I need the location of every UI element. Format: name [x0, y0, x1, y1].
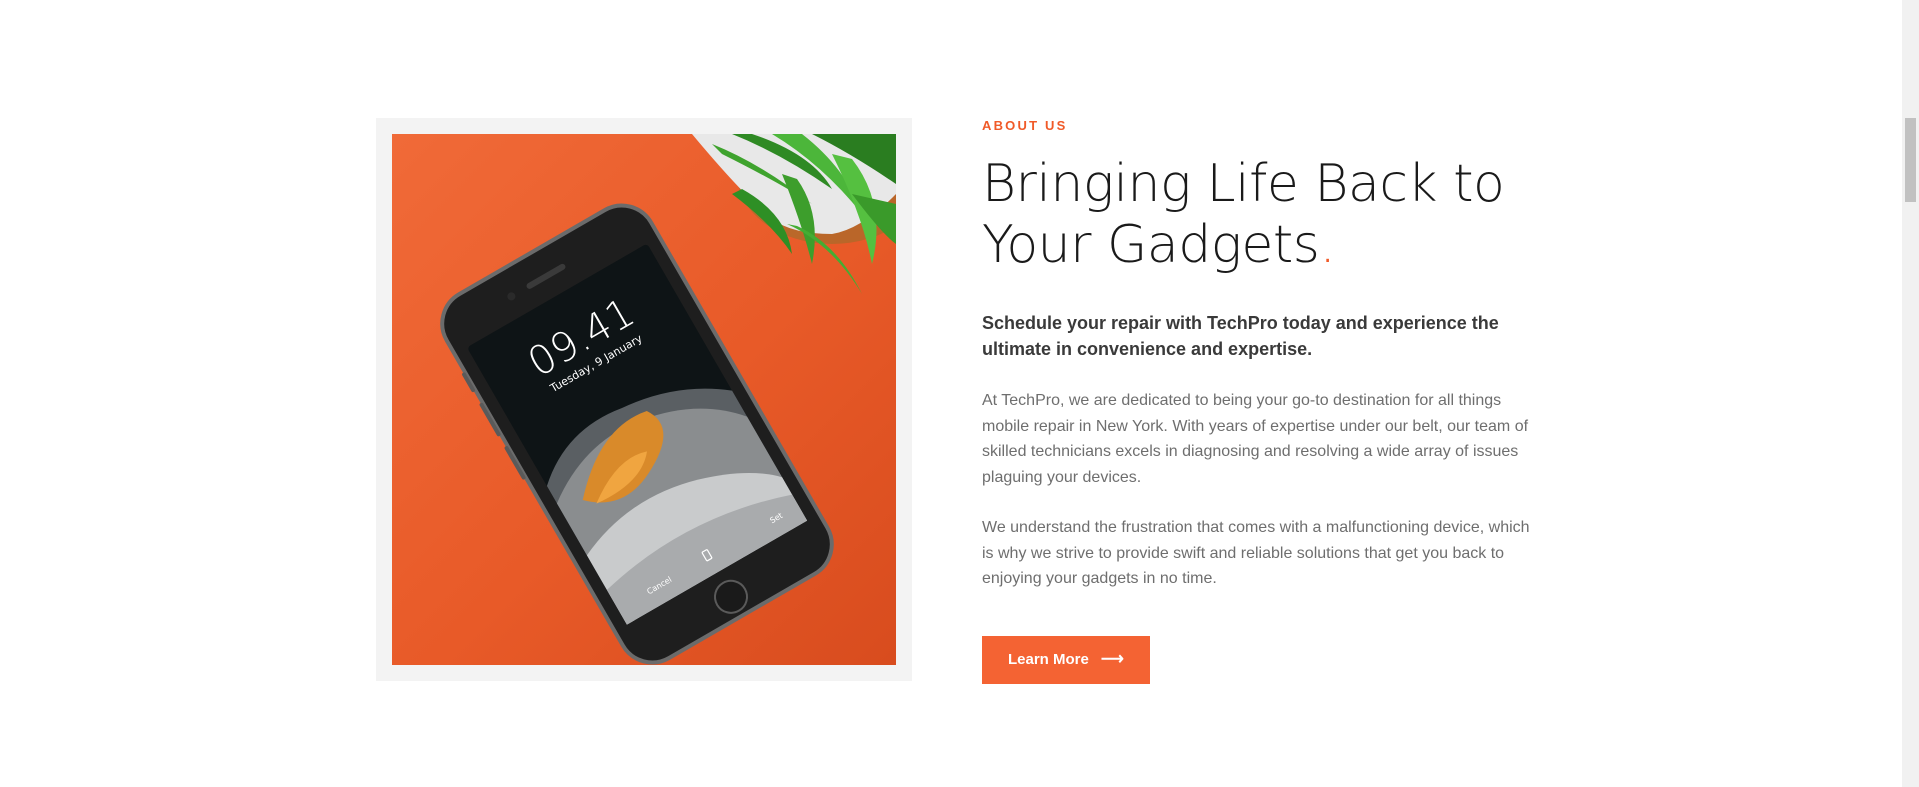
phone-illustration: 09.41 Tuesday, 9 January Cancel Set [440, 203, 834, 665]
body-paragraph-1: At TechPro, we are dedicated to being yo… [982, 392, 1529, 486]
about-image-frame: 09.41 Tuesday, 9 January Cancel Set [376, 118, 912, 681]
heading-line-2: Your Gadgets [982, 215, 1320, 275]
about-content: ABOUT US Bringing Life Back to Your Gadg… [982, 110, 1542, 684]
heading-accent-dot: . [1319, 215, 1336, 275]
heading-line-1: Bringing Life Back to [982, 154, 1505, 214]
learn-more-label: Learn More [1008, 651, 1089, 668]
phone-on-orange-photo: 09.41 Tuesday, 9 January Cancel Set [392, 134, 896, 665]
section-heading: Bringing Life Back to Your Gadgets. [982, 154, 1542, 276]
lead-text: Schedule your repair with TechPro today … [982, 313, 1499, 359]
page-scrollbar[interactable] [1902, 0, 1919, 787]
arrow-right-icon: ⟶ [1100, 650, 1124, 668]
learn-more-button[interactable]: Learn More ⟶ [982, 635, 1150, 684]
page: 09.41 Tuesday, 9 January Cancel Set ABOU… [0, 0, 1919, 787]
plant-illustration [692, 134, 896, 294]
scrollbar-thumb[interactable] [1905, 118, 1916, 202]
section-eyebrow: ABOUT US [982, 118, 1068, 133]
body-paragraph-2: We understand the frustration that comes… [982, 519, 1530, 587]
